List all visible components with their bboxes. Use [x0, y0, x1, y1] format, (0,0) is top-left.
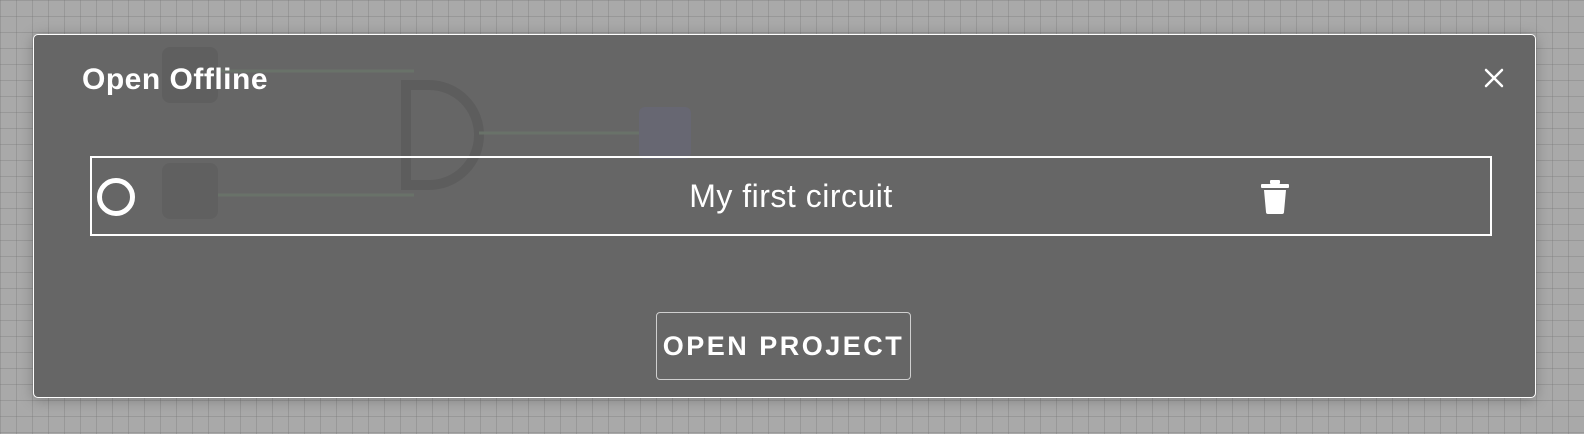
open-offline-dialog: Open Offline My first circuit OPEN PROJE… [33, 34, 1536, 398]
trash-icon[interactable] [1260, 180, 1290, 214]
close-icon[interactable] [1479, 63, 1509, 93]
project-list-item[interactable]: My first circuit [90, 156, 1492, 236]
open-project-button[interactable]: OPEN PROJECT [656, 312, 911, 380]
dialog-title: Open Offline [82, 63, 268, 96]
